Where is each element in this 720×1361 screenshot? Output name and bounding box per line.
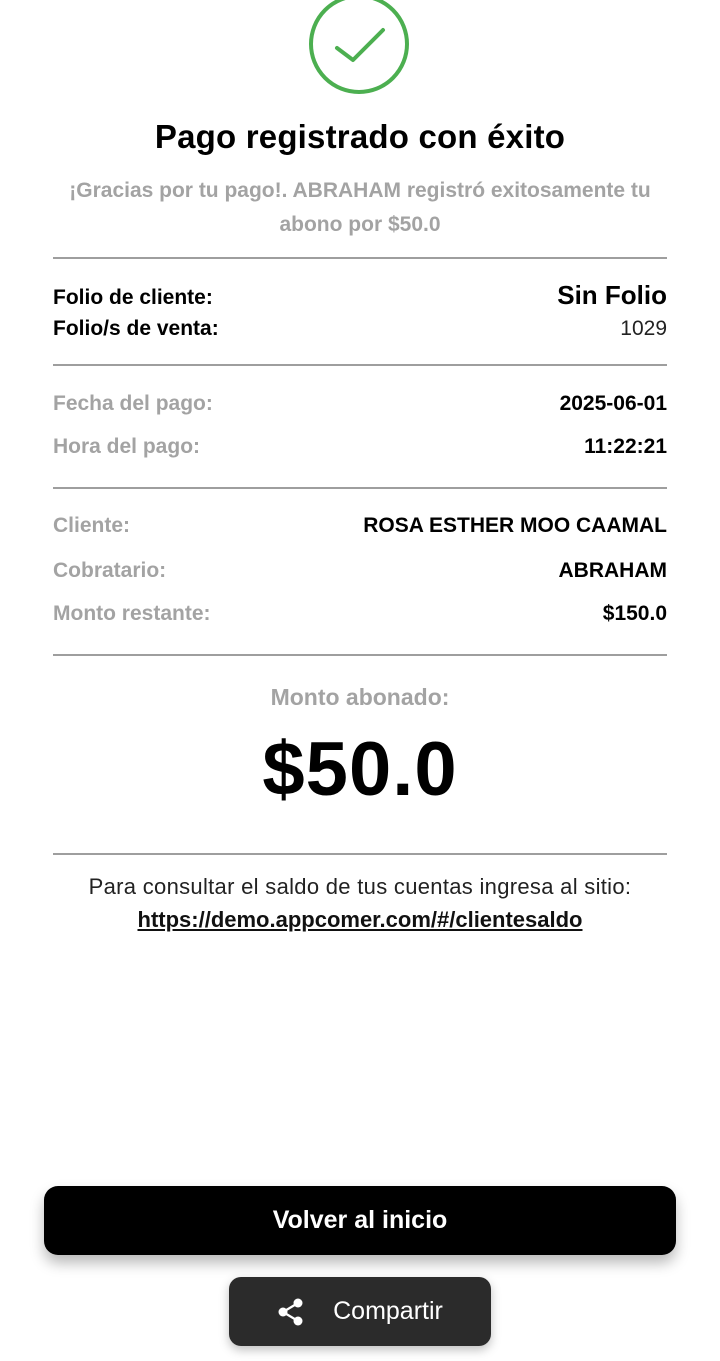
divider [53, 654, 667, 656]
hora-pago-row: Hora del pago: 11:22:21 [53, 435, 667, 459]
share-icon [277, 1297, 305, 1327]
folio-cliente-row: Folio de cliente: Sin Folio [53, 280, 667, 311]
fecha-pago-row: Fecha del pago: 2025-06-01 [53, 392, 667, 416]
hora-pago-value: 11:22:21 [584, 435, 667, 458]
cliente-value: ROSA ESTHER MOO CAAMAL [363, 514, 667, 537]
divider [53, 487, 667, 489]
cobratario-value: ABRAHAM [558, 559, 668, 582]
folio-venta-label: Folio/s de venta: [53, 317, 219, 340]
compartir-button[interactable]: Compartir [229, 1277, 491, 1346]
success-message: ¡Gracias por tu pago!. ABRAHAM registró … [69, 179, 651, 236]
cobratario-label: Cobratario: [53, 559, 167, 582]
monto-restante-value: $150.0 [602, 602, 667, 625]
monto-abonado-label: Monto abonado: [270, 684, 450, 710]
cliente-row: Cliente: ROSA ESTHER MOO CAAMAL [53, 514, 667, 538]
folio-cliente-value: Sin Folio [557, 280, 667, 310]
cobratario-row: Cobratario: ABRAHAM [53, 559, 667, 583]
divider [53, 364, 667, 366]
volver-inicio-button[interactable]: Volver al inicio [44, 1186, 676, 1255]
folio-venta-value: 1029 [620, 317, 667, 340]
monto-restante-row: Monto restante: $150.0 [53, 602, 667, 626]
hora-pago-label: Hora del pago: [53, 435, 201, 458]
fecha-pago-label: Fecha del pago: [53, 392, 213, 415]
divider [53, 853, 667, 855]
folio-venta-row: Folio/s de venta: 1029 [53, 317, 667, 341]
page-title: Pago registrado con éxito [154, 118, 566, 155]
folio-cliente-label: Folio de cliente: [53, 286, 213, 309]
compartir-label: Compartir [333, 1297, 443, 1325]
monto-restante-label: Monto restante: [53, 602, 211, 625]
success-check-icon [309, 0, 409, 94]
monto-abonado-value: $50.0 [262, 727, 458, 812]
saldo-info-text: Para consultar el saldo de tus cuentas i… [88, 874, 632, 899]
saldo-link[interactable]: https://demo.appcomer.com/#/clientesaldo [0, 907, 720, 933]
cliente-label: Cliente: [53, 514, 131, 537]
volver-inicio-label: Volver al inicio [272, 1206, 448, 1234]
fecha-pago-value: 2025-06-01 [559, 392, 667, 415]
divider [53, 257, 667, 259]
payment-success-screen: Pago registrado con éxito ¡Gracias por t… [0, 0, 720, 1361]
